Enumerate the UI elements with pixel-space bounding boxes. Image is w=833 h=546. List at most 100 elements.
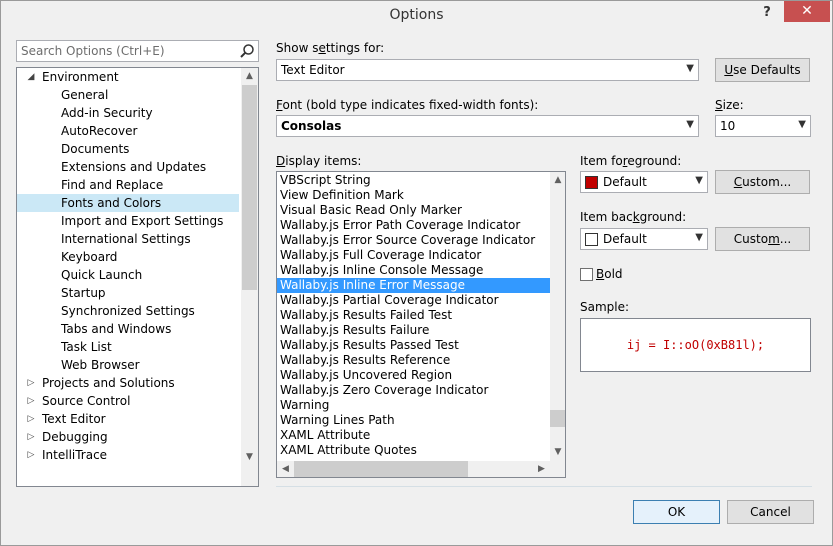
sample-label: Sample:	[580, 300, 630, 314]
scroll-left-icon[interactable]: ◀	[277, 461, 294, 477]
list-item[interactable]: Wallaby.js Error Path Coverage Indicator	[277, 218, 550, 233]
list-item[interactable]: VBScript String	[277, 173, 550, 188]
tree-item[interactable]: AutoRecover	[17, 122, 239, 140]
collapsed-arrow-icon[interactable]: ▷	[26, 446, 36, 464]
expanded-arrow-icon[interactable]: ◢	[26, 68, 36, 86]
list-vertical-scrollbar[interactable]: ▲ ▼	[550, 172, 565, 461]
tree-item-label: Add-in Security	[61, 106, 153, 120]
tree-item[interactable]: International Settings	[17, 230, 239, 248]
tree-item[interactable]: Task List	[17, 338, 239, 356]
item-background-label: Item background:	[580, 210, 687, 224]
list-item[interactable]: Wallaby.js Inline Error Message	[277, 278, 550, 293]
tree-item[interactable]: Web Browser	[17, 356, 239, 374]
tree-item-label: International Settings	[61, 232, 191, 246]
tree-item[interactable]: General	[17, 86, 239, 104]
list-item[interactable]: Warning Lines Path	[277, 413, 550, 428]
list-item[interactable]: Wallaby.js Results Reference	[277, 353, 550, 368]
foreground-custom-button[interactable]: Custom...	[715, 170, 810, 194]
tree-item-label: Keyboard	[61, 250, 118, 264]
tree-item-label: Find and Replace	[61, 178, 164, 192]
collapsed-arrow-icon[interactable]: ▷	[26, 410, 36, 428]
tree-item[interactable]: ▷ Projects and Solutions	[17, 374, 239, 392]
show-settings-combo[interactable]: Text Editor ▼	[276, 59, 699, 81]
size-combo[interactable]: 10 ▼	[715, 115, 811, 137]
list-item[interactable]: Wallaby.js Results Passed Test	[277, 338, 550, 353]
size-value: 10	[720, 119, 736, 133]
tree-item-label: Fonts and Colors	[61, 196, 162, 210]
bold-checkbox[interactable]	[580, 268, 593, 281]
list-item[interactable]: Wallaby.js Zero Coverage Indicator	[277, 383, 550, 398]
list-item[interactable]: XAML Attribute Quotes	[277, 443, 550, 458]
tree-item[interactable]: Keyboard	[17, 248, 239, 266]
tree-item[interactable]: Startup	[17, 284, 239, 302]
tree-item[interactable]: Add-in Security	[17, 104, 239, 122]
tree-item[interactable]: Extensions and Updates	[17, 158, 239, 176]
list-item[interactable]: Wallaby.js Inline Console Message	[277, 263, 550, 278]
tree-item-label: Import and Export Settings	[61, 214, 224, 228]
display-items-label: Display items:	[276, 154, 362, 168]
search-icon[interactable]	[239, 43, 255, 59]
tree-item[interactable]: Tabs and Windows	[17, 320, 239, 338]
list-horizontal-scrollbar[interactable]: ◀ ▶	[277, 461, 565, 477]
tree-scrollbar[interactable]: ▲ ▼	[241, 68, 258, 486]
tree-item[interactable]: Fonts and Colors	[17, 194, 239, 212]
item-foreground-value: Default	[603, 175, 647, 189]
cancel-button[interactable]: Cancel	[727, 500, 814, 524]
list-item[interactable]: Wallaby.js Uncovered Region	[277, 368, 550, 383]
list-vscroll-thumb[interactable]	[550, 410, 565, 427]
tree-item[interactable]: ◢ Environment	[17, 68, 239, 86]
background-color-swatch	[585, 233, 598, 246]
background-custom-button[interactable]: Custom...	[715, 227, 810, 251]
list-item[interactable]: Visual Basic Read Only Marker	[277, 203, 550, 218]
list-item[interactable]: View Definition Mark	[277, 188, 550, 203]
list-hscroll-thumb[interactable]	[294, 461, 468, 477]
tree-item[interactable]: Quick Launch	[17, 266, 239, 284]
tree-scroll-thumb[interactable]	[242, 85, 257, 290]
list-item[interactable]: Wallaby.js Error Source Coverage Indicat…	[277, 233, 550, 248]
tree-item-label: Tabs and Windows	[61, 322, 172, 336]
collapsed-arrow-icon[interactable]: ▷	[26, 428, 36, 446]
tree-item-label: Documents	[61, 142, 130, 156]
list-item[interactable]: Wallaby.js Results Failed Test	[277, 308, 550, 323]
use-defaults-button[interactable]: Use Defaults	[715, 58, 810, 82]
collapsed-arrow-icon[interactable]: ▷	[26, 392, 36, 410]
tree-item[interactable]: ▷ Source Control	[17, 392, 239, 410]
tree-item[interactable]: ▷ Text Editor	[17, 410, 239, 428]
scroll-up-icon[interactable]: ▲	[241, 68, 258, 85]
item-foreground-combo[interactable]: Default ▼	[580, 171, 708, 193]
tree-item[interactable]: Synchronized Settings	[17, 302, 239, 320]
tree-item[interactable]: Import and Export Settings	[17, 212, 239, 230]
scroll-right-icon[interactable]: ▶	[533, 461, 550, 477]
tree-item[interactable]: Documents	[17, 140, 239, 158]
list-item[interactable]: XAML Attribute	[277, 428, 550, 443]
search-input[interactable]	[17, 41, 232, 61]
ok-button[interactable]: OK	[633, 500, 720, 524]
item-foreground-label: Item foreground:	[580, 154, 682, 168]
list-item[interactable]: Warning	[277, 398, 550, 413]
size-label: Size:	[715, 98, 744, 112]
scroll-up-icon[interactable]: ▲	[550, 172, 565, 189]
scroll-down-icon[interactable]: ▼	[550, 444, 565, 461]
close-button[interactable]: ✕	[784, 1, 830, 22]
display-items-list[interactable]: VBScript String View Definition Mark Visua…	[276, 171, 566, 478]
tree-item[interactable]: ▷ Debugging	[17, 428, 239, 446]
tree-item-label: IntelliTrace	[42, 448, 108, 462]
chevron-down-icon: ▼	[686, 119, 694, 130]
scroll-down-icon[interactable]: ▼	[241, 449, 258, 466]
bold-label[interactable]: Bold	[596, 267, 623, 281]
tree-item-label: AutoRecover	[61, 124, 138, 138]
item-background-combo[interactable]: Default ▼	[580, 228, 708, 250]
options-tree[interactable]: ◢ Environment General Add-in Security AutoRe…	[16, 67, 259, 487]
search-box[interactable]	[16, 40, 259, 62]
tree-item-label: Startup	[61, 286, 106, 300]
collapsed-arrow-icon[interactable]: ▷	[26, 374, 36, 392]
font-combo[interactable]: Consolas ▼	[276, 115, 699, 137]
tree-item-label: General	[61, 88, 109, 102]
tree-item[interactable]: Find and Replace	[17, 176, 239, 194]
help-button[interactable]: ?	[757, 5, 777, 25]
title-bar: Options ? ✕	[1, 1, 832, 31]
list-item[interactable]: Wallaby.js Results Failure	[277, 323, 550, 338]
list-item[interactable]: Wallaby.js Partial Coverage Indicator	[277, 293, 550, 308]
tree-item[interactable]: ▷ IntelliTrace	[17, 446, 239, 464]
list-item[interactable]: Wallaby.js Full Coverage Indicator	[277, 248, 550, 263]
